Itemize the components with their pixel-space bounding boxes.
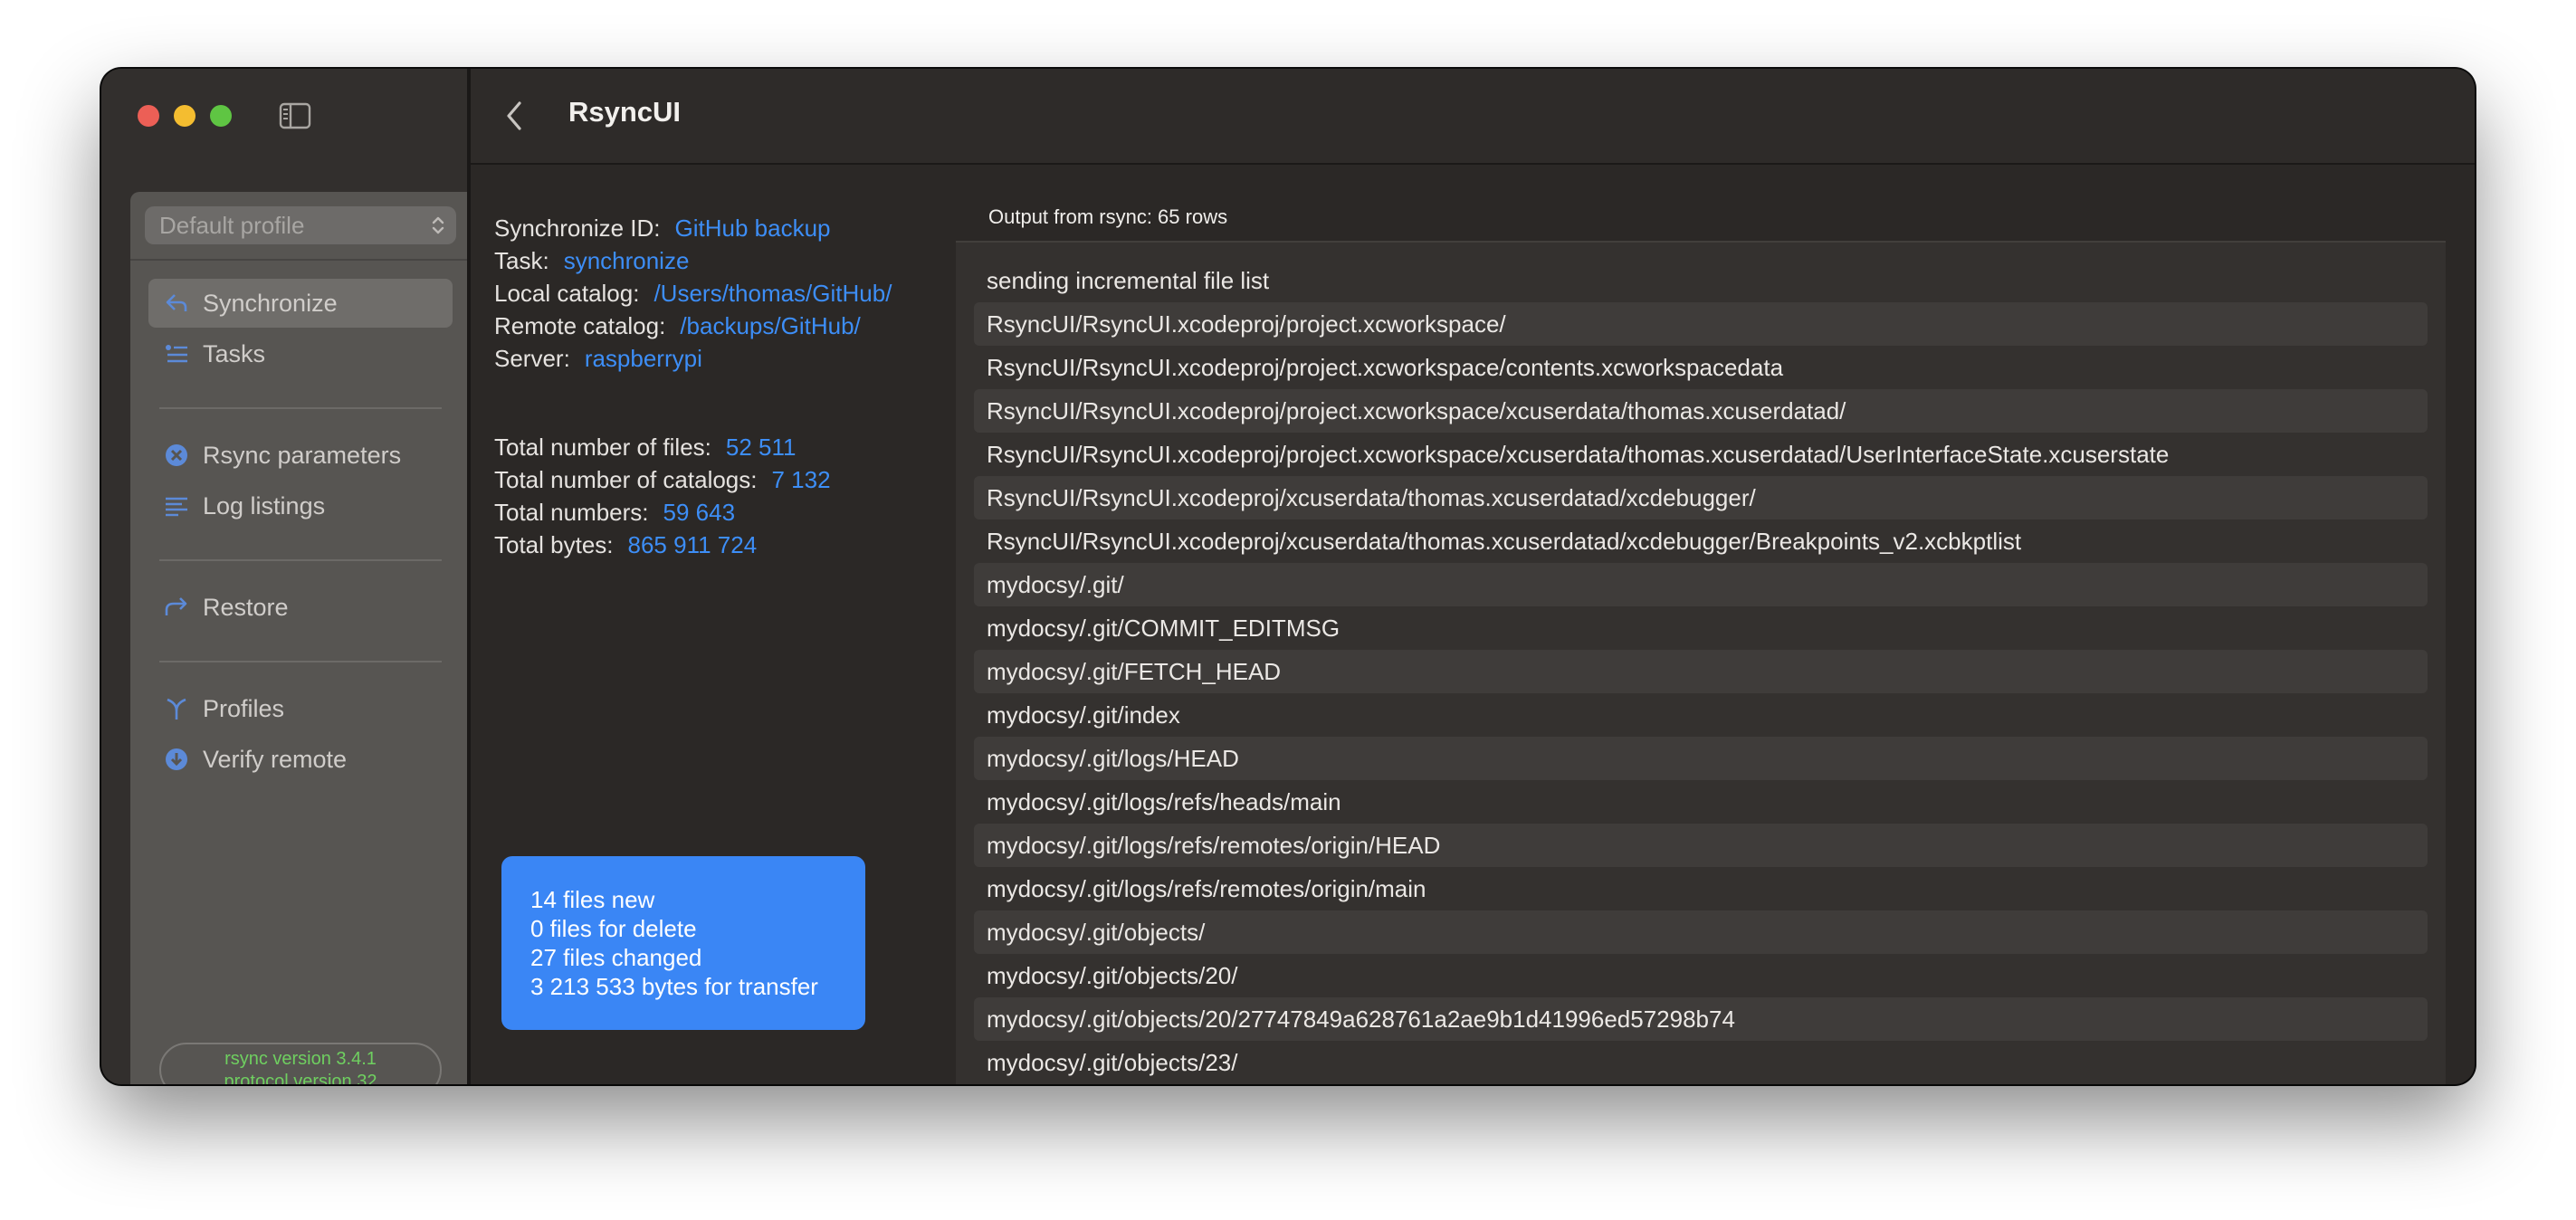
task-row: Task: synchronize	[494, 244, 892, 277]
total-bytes-label: Total bytes:	[494, 531, 614, 558]
output-row[interactable]: mydocsy/.git/objects/23/	[974, 1041, 2428, 1084]
sidebar-divider	[159, 661, 442, 662]
sidebar-item-tasks[interactable]: Tasks	[148, 329, 453, 378]
zoom-window-button[interactable]	[210, 105, 232, 127]
sidebar-item-label: Tasks	[203, 339, 266, 367]
bytes-transfer-text: 3 213 533 bytes for transfer	[530, 973, 818, 1000]
total-bytes-row: Total bytes: 865 911 724	[494, 529, 831, 561]
sidebar-panel: Default profile Synchronize Tasks Rsync …	[130, 192, 471, 1084]
output-row[interactable]: RsyncUI/RsyncUI.xcodeproj/project.xcwork…	[974, 346, 2428, 389]
totals-summary: Total number of files: 52 511 Total numbe…	[494, 431, 831, 561]
title-bar: RsyncUI	[471, 69, 2475, 165]
remote-catalog-value: /backups/GitHub/	[680, 312, 861, 339]
sidebar-item-profiles[interactable]: Profiles	[148, 684, 453, 733]
output-row[interactable]: RsyncUI/RsyncUI.xcodeproj/xcuserdata/tho…	[974, 476, 2428, 519]
sidebar-item-label: Restore	[203, 593, 289, 621]
restore-icon	[163, 594, 190, 621]
output-row[interactable]: mydocsy/.git/COMMIT_EDITMSG	[974, 606, 2428, 650]
sidebar-item-verify-remote[interactable]: Verify remote	[148, 735, 453, 784]
local-catalog-value: /Users/thomas/GitHub/	[654, 280, 892, 307]
output-row[interactable]: mydocsy/.git/logs/refs/remotes/origin/ma…	[974, 867, 2428, 910]
log-listings-icon	[163, 492, 190, 519]
sidebar-divider	[159, 559, 442, 561]
rsync-version-badge[interactable]: rsync version 3.4.1 protocol version 32	[159, 1043, 442, 1084]
total-catalogs-label: Total number of catalogs:	[494, 466, 758, 493]
local-catalog-row: Local catalog: /Users/thomas/GitHub/	[494, 277, 892, 310]
synchronize-id-value: GitHub backup	[674, 214, 831, 242]
total-files-value: 52 511	[725, 434, 797, 461]
output-row[interactable]: mydocsy/.git/objects/20/	[974, 954, 2428, 997]
sidebar-item-label: Synchronize	[203, 289, 338, 317]
output-row[interactable]: RsyncUI/RsyncUI.xcodeproj/project.xcwork…	[974, 389, 2428, 433]
profiles-icon	[163, 695, 190, 722]
output-row[interactable]: RsyncUI/RsyncUI.xcodeproj/project.xcwork…	[974, 302, 2428, 346]
server-row: Server: raspberrypi	[494, 342, 892, 375]
output-list[interactable]: sending incremental file list RsyncUI/Rsy…	[974, 259, 2428, 1084]
sidebar-toggle-button[interactable]	[279, 100, 311, 132]
task-value: synchronize	[563, 247, 690, 274]
sidebar-item-log-listings[interactable]: Log listings	[148, 481, 453, 530]
sidebar-item-label: Profiles	[203, 694, 285, 722]
output-row[interactable]: mydocsy/.git/index	[974, 693, 2428, 737]
output-row[interactable]: mydocsy/.git/objects/20/27747849a628761a…	[974, 997, 2428, 1041]
minimize-window-button[interactable]	[174, 105, 196, 127]
chevron-up-down-icon	[432, 216, 444, 234]
remote-catalog-row: Remote catalog: /backups/GitHub/	[494, 310, 892, 342]
output-header: Output from rsync: 65 rows	[956, 192, 2446, 243]
files-new-text: 14 files new	[530, 886, 655, 913]
close-window-button[interactable]	[138, 105, 159, 127]
output-row[interactable]: sending incremental file list	[974, 259, 2428, 302]
transfer-summary-box: 14 files new 0 files for delete 27 files…	[501, 856, 865, 1030]
files-delete-text: 0 files for delete	[530, 915, 697, 942]
verify-remote-icon	[163, 746, 190, 773]
sidebar-separator	[130, 259, 471, 261]
output-row[interactable]: mydocsy/.git/logs/refs/remotes/origin/HE…	[974, 824, 2428, 867]
sidebar-item-restore[interactable]: Restore	[148, 583, 453, 632]
total-catalogs-value: 7 132	[771, 466, 831, 493]
profile-select[interactable]: Default profile	[145, 206, 456, 244]
synchronize-id-row: Synchronize ID: GitHub backup	[494, 212, 892, 244]
rsync-version-text: rsync version 3.4.1	[224, 1049, 377, 1069]
total-files-label: Total number of files:	[494, 434, 711, 461]
task-label: Task:	[494, 247, 549, 274]
rsync-output-panel[interactable]: Output from rsync: 65 rows sending incre…	[956, 192, 2446, 1084]
back-button[interactable]	[496, 96, 532, 136]
local-catalog-label: Local catalog:	[494, 280, 640, 307]
total-numbers-label: Total numbers:	[494, 499, 649, 526]
server-value: raspberrypi	[584, 345, 702, 372]
profile-select-label: Default profile	[159, 211, 305, 239]
server-label: Server:	[494, 345, 570, 372]
output-row[interactable]: mydocsy/.git/logs/HEAD	[974, 737, 2428, 780]
sidebar-item-label: Log listings	[203, 491, 326, 519]
sidebar-item-rsync-parameters[interactable]: Rsync parameters	[148, 431, 453, 480]
output-row[interactable]: mydocsy/.git/	[974, 563, 2428, 606]
remote-catalog-label: Remote catalog:	[494, 312, 666, 339]
synchronize-icon	[163, 290, 190, 317]
tasks-icon	[163, 340, 190, 367]
app-window: Default profile Synchronize Tasks Rsync …	[101, 69, 2475, 1084]
chevron-left-icon	[507, 101, 521, 130]
total-catalogs-row: Total number of catalogs: 7 132	[494, 463, 831, 496]
sidebar-toggle-icon	[279, 102, 311, 129]
output-row[interactable]: mydocsy/.git/objects/	[974, 910, 2428, 954]
output-row[interactable]: RsyncUI/RsyncUI.xcodeproj/xcuserdata/tho…	[974, 519, 2428, 563]
sidebar-item-label: Rsync parameters	[203, 441, 402, 469]
window-title: RsyncUI	[568, 96, 682, 128]
sidebar-divider	[159, 407, 442, 409]
output-row[interactable]: RsyncUI/RsyncUI.xcodeproj/project.xcwork…	[974, 433, 2428, 476]
output-row[interactable]: mydocsy/.git/FETCH_HEAD	[974, 650, 2428, 693]
rsync-parameters-icon	[163, 442, 190, 469]
sidebar-item-label: Verify remote	[203, 745, 348, 773]
total-numbers-row: Total numbers: 59 643	[494, 496, 831, 529]
output-row[interactable]: mydocsy/.git/logs/refs/heads/main	[974, 780, 2428, 824]
protocol-version-text: protocol version 32	[224, 1072, 377, 1084]
task-details: Synchronize ID: GitHub backup Task: synchr…	[494, 212, 892, 375]
total-numbers-value: 59 643	[663, 499, 736, 526]
sidebar: Default profile Synchronize Tasks Rsync …	[101, 69, 471, 1084]
sidebar-item-synchronize[interactable]: Synchronize	[148, 279, 453, 328]
files-changed-text: 27 files changed	[530, 944, 702, 971]
synchronize-id-label: Synchronize ID:	[494, 214, 661, 242]
total-bytes-value: 865 911 724	[627, 531, 758, 558]
total-files-row: Total number of files: 52 511	[494, 431, 831, 463]
